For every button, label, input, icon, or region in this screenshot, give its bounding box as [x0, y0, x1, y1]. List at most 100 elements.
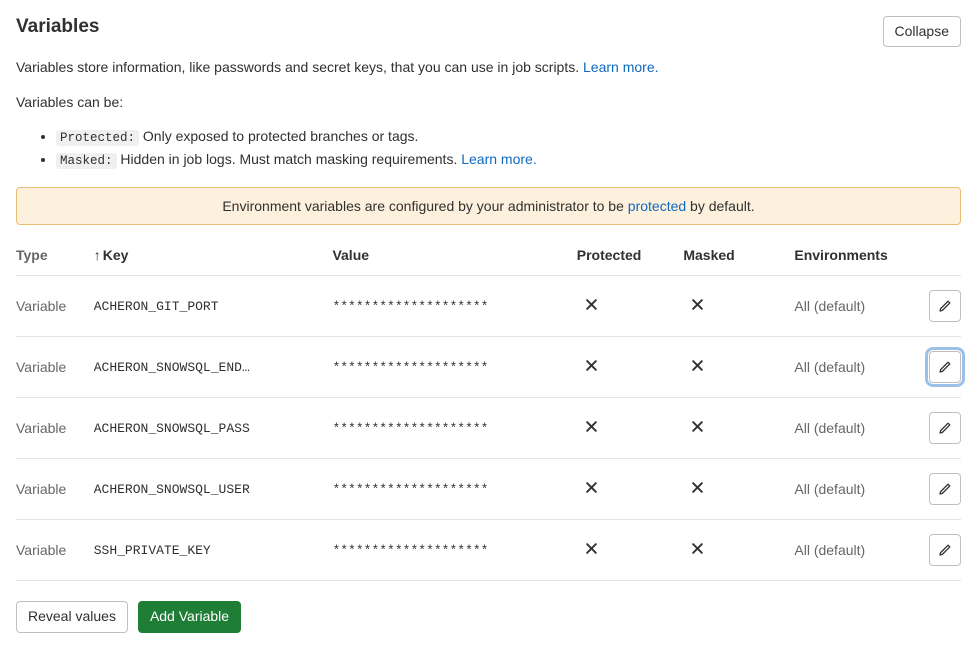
- col-header-value[interactable]: Value: [332, 235, 576, 276]
- col-header-type[interactable]: Type: [16, 235, 94, 276]
- table-row: VariableACHERON_SNOWSQL_END… ************…: [16, 337, 961, 398]
- cell-value: ********************: [332, 398, 576, 459]
- cell-type: Variable: [16, 459, 94, 520]
- cell-environments: All (default): [794, 520, 916, 581]
- key-text: ACHERON_SNOWSQL_PASS: [94, 421, 294, 436]
- add-variable-button[interactable]: Add Variable: [138, 601, 241, 632]
- key-text: ACHERON_SNOWSQL_USER: [94, 482, 294, 497]
- cell-value: ********************: [332, 337, 576, 398]
- pencil-icon: [938, 543, 952, 557]
- x-icon: [683, 298, 704, 315]
- x-icon: [577, 298, 598, 315]
- key-text: ACHERON_GIT_PORT: [94, 299, 294, 314]
- x-icon: [683, 359, 704, 376]
- banner-suffix: by default.: [686, 198, 755, 214]
- learn-more-link[interactable]: Learn more.: [583, 59, 658, 75]
- cell-value: ********************: [332, 520, 576, 581]
- cell-masked: [683, 520, 794, 581]
- edit-button[interactable]: [929, 412, 961, 444]
- edit-button[interactable]: [929, 473, 961, 505]
- x-icon: [577, 359, 598, 376]
- key-text: SSH_PRIVATE_KEY: [94, 543, 294, 558]
- value-text: ********************: [332, 482, 532, 497]
- value-text: ********************: [332, 421, 532, 436]
- banner-protected-link[interactable]: protected: [628, 198, 686, 214]
- cell-environments: All (default): [794, 337, 916, 398]
- col-header-environments[interactable]: Environments: [794, 235, 916, 276]
- cell-key: ACHERON_SNOWSQL_PASS: [94, 398, 333, 459]
- pencil-icon: [938, 482, 952, 496]
- masked-code: Masked:: [56, 153, 117, 169]
- edit-button[interactable]: [929, 290, 961, 322]
- cell-environments: All (default): [794, 276, 916, 337]
- cell-key: ACHERON_SNOWSQL_USER: [94, 459, 333, 520]
- cell-actions: [917, 398, 961, 459]
- description: Variables store information, like passwo…: [16, 57, 961, 78]
- cell-masked: [683, 459, 794, 520]
- value-text: ********************: [332, 543, 532, 558]
- list-item-protected: Protected: Only exposed to protected bra…: [56, 125, 961, 148]
- cell-actions: [917, 337, 961, 398]
- description-text: Variables store information, like passwo…: [16, 59, 583, 75]
- pencil-icon: [938, 360, 952, 374]
- collapse-button[interactable]: Collapse: [883, 16, 961, 47]
- cell-value: ********************: [332, 276, 576, 337]
- edit-button[interactable]: [929, 351, 961, 383]
- value-text: ********************: [332, 299, 532, 314]
- cell-protected: [577, 459, 684, 520]
- cell-type: Variable: [16, 337, 94, 398]
- col-header-actions: [917, 235, 961, 276]
- cell-type: Variable: [16, 520, 94, 581]
- masked-learn-more-link[interactable]: Learn more.: [461, 151, 536, 167]
- cell-protected: [577, 398, 684, 459]
- cell-environments: All (default): [794, 459, 916, 520]
- x-icon: [683, 420, 704, 437]
- cell-environments: All (default): [794, 398, 916, 459]
- cell-actions: [917, 276, 961, 337]
- page-title: Variables: [16, 16, 99, 38]
- x-icon: [683, 481, 704, 498]
- table-row: VariableACHERON_GIT_PORT ****************…: [16, 276, 961, 337]
- cell-key: SSH_PRIVATE_KEY: [94, 520, 333, 581]
- col-header-protected[interactable]: Protected: [577, 235, 684, 276]
- cell-protected: [577, 337, 684, 398]
- protected-code: Protected:: [56, 130, 139, 146]
- x-icon: [577, 481, 598, 498]
- cell-type: Variable: [16, 398, 94, 459]
- variables-table: Type ↑Key Value Protected Masked Environ…: [16, 235, 961, 581]
- cell-protected: [577, 276, 684, 337]
- sort-ascending-icon: ↑: [94, 247, 101, 263]
- variable-types-list: Protected: Only exposed to protected bra…: [16, 125, 961, 171]
- cell-actions: [917, 459, 961, 520]
- cell-protected: [577, 520, 684, 581]
- variables-can-be: Variables can be:: [16, 92, 961, 113]
- cell-masked: [683, 398, 794, 459]
- cell-actions: [917, 520, 961, 581]
- col-header-masked[interactable]: Masked: [683, 235, 794, 276]
- reveal-values-button[interactable]: Reveal values: [16, 601, 128, 632]
- key-text: ACHERON_SNOWSQL_END…: [94, 360, 294, 375]
- edit-button[interactable]: [929, 534, 961, 566]
- protected-text: Only exposed to protected branches or ta…: [139, 128, 418, 144]
- pencil-icon: [938, 421, 952, 435]
- cell-key: ACHERON_GIT_PORT: [94, 276, 333, 337]
- cell-type: Variable: [16, 276, 94, 337]
- value-text: ********************: [332, 360, 532, 375]
- info-banner: Environment variables are configured by …: [16, 187, 961, 225]
- banner-prefix: Environment variables are configured by …: [222, 198, 627, 214]
- cell-key: ACHERON_SNOWSQL_END…: [94, 337, 333, 398]
- masked-text: Hidden in job logs. Must match masking r…: [117, 151, 462, 167]
- pencil-icon: [938, 299, 952, 313]
- x-icon: [577, 542, 598, 559]
- col-header-key-label: Key: [103, 247, 129, 263]
- cell-masked: [683, 276, 794, 337]
- cell-value: ********************: [332, 459, 576, 520]
- x-icon: [683, 542, 704, 559]
- x-icon: [577, 420, 598, 437]
- list-item-masked: Masked: Hidden in job logs. Must match m…: [56, 148, 961, 171]
- col-header-key[interactable]: ↑Key: [94, 235, 333, 276]
- table-row: VariableSSH_PRIVATE_KEY *****************…: [16, 520, 961, 581]
- table-row: VariableACHERON_SNOWSQL_PASS ************…: [16, 398, 961, 459]
- cell-masked: [683, 337, 794, 398]
- table-row: VariableACHERON_SNOWSQL_USER ************…: [16, 459, 961, 520]
